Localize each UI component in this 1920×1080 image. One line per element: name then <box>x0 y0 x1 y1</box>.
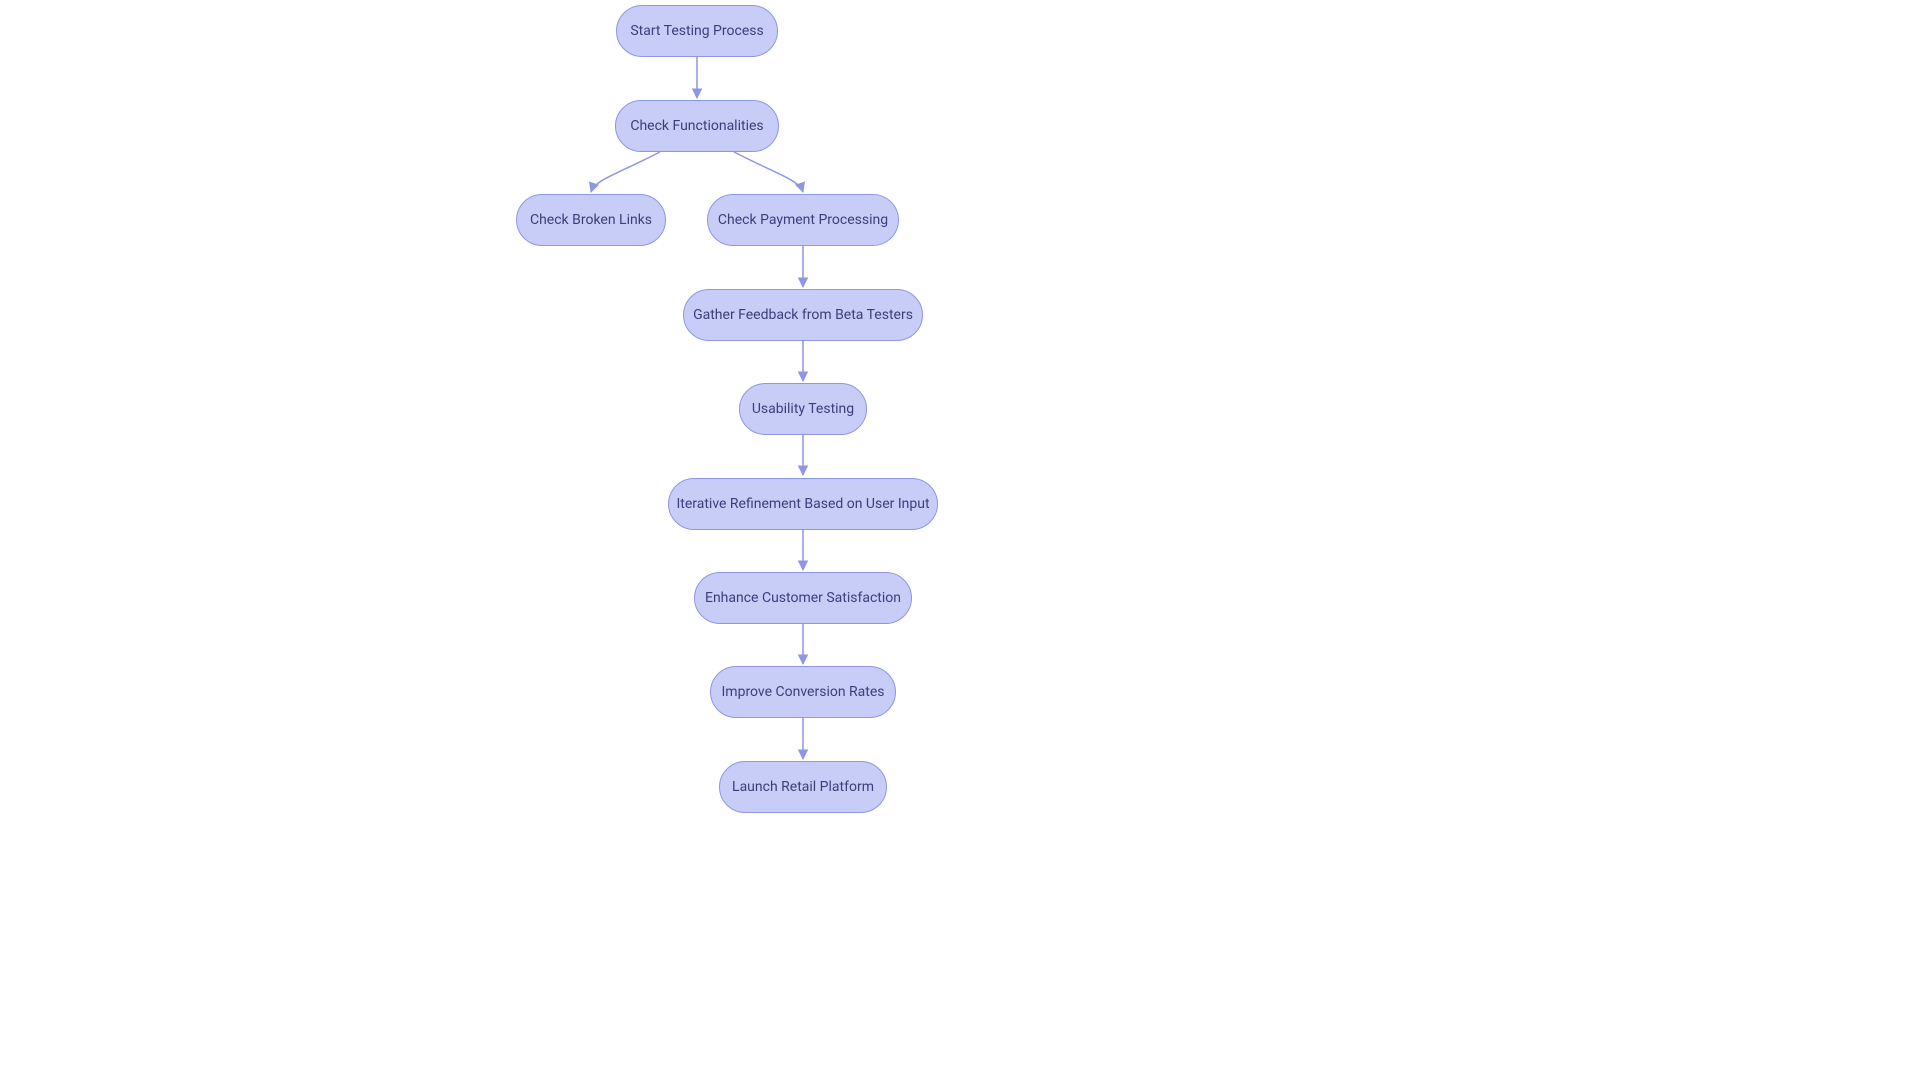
node-label: Check Payment Processing <box>718 212 888 228</box>
node-label: Start Testing Process <box>630 23 763 39</box>
node-launch-platform: Launch Retail Platform <box>719 761 887 813</box>
node-usability-testing: Usability Testing <box>739 383 867 435</box>
node-check-functionalities: Check Functionalities <box>615 100 779 152</box>
edge-n2-n3 <box>591 152 660 192</box>
node-label: Improve Conversion Rates <box>722 684 885 700</box>
flowchart-canvas: Start Testing Process Check Functionalit… <box>0 0 1920 1080</box>
node-label: Iterative Refinement Based on User Input <box>676 496 929 512</box>
node-start-testing: Start Testing Process <box>616 5 778 57</box>
edge-n2-n4 <box>734 152 803 192</box>
node-iterative-refinement: Iterative Refinement Based on User Input <box>668 478 938 530</box>
node-check-payment-processing: Check Payment Processing <box>707 194 899 246</box>
node-label: Check Functionalities <box>630 118 763 134</box>
node-label: Enhance Customer Satisfaction <box>705 590 901 606</box>
node-label: Usability Testing <box>752 401 854 417</box>
node-label: Check Broken Links <box>530 212 652 228</box>
flowchart-edges <box>0 0 1920 1080</box>
node-check-broken-links: Check Broken Links <box>516 194 666 246</box>
node-gather-feedback: Gather Feedback from Beta Testers <box>683 289 923 341</box>
node-improve-conversion: Improve Conversion Rates <box>710 666 896 718</box>
node-label: Launch Retail Platform <box>732 779 874 795</box>
node-label: Gather Feedback from Beta Testers <box>693 307 913 323</box>
node-enhance-satisfaction: Enhance Customer Satisfaction <box>694 572 912 624</box>
